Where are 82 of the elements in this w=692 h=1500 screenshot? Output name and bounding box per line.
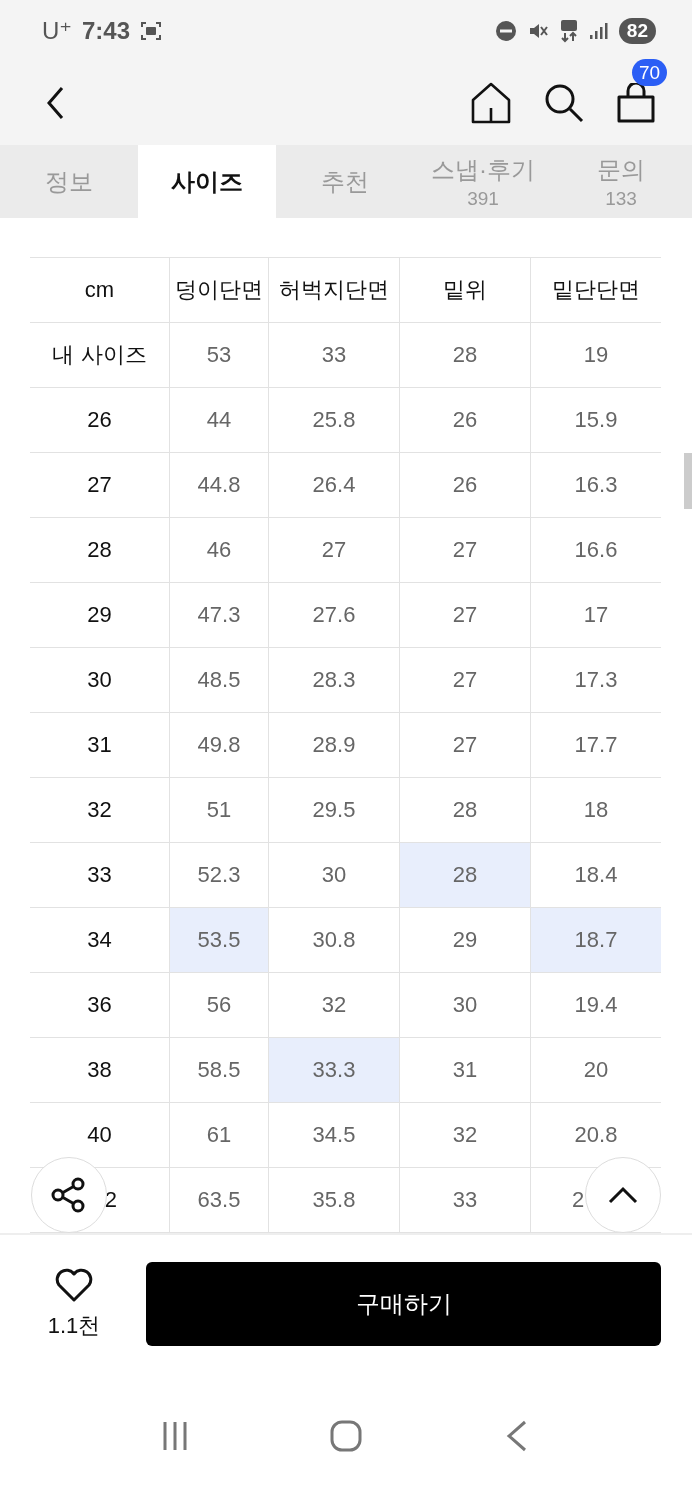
table-cell: 44 <box>169 387 269 453</box>
table-cell: 29 <box>30 582 170 648</box>
table-cell: 38 <box>30 1037 170 1103</box>
table-cell: 28 <box>399 777 531 843</box>
table-cell: 34.5 <box>268 1102 400 1168</box>
table-cell: 29 <box>399 907 531 973</box>
table-cell: 32 <box>30 777 170 843</box>
column-header: 밑단단면 <box>530 257 661 323</box>
table-cell: 33 <box>30 842 170 908</box>
tab[interactable]: 사이즈 <box>138 145 276 219</box>
table-cell: 18.7 <box>530 907 661 973</box>
screenshot-icon <box>140 19 163 42</box>
table-cell: 35.8 <box>268 1167 400 1233</box>
do-not-disturb-icon <box>494 19 517 42</box>
column-header: 밑위 <box>399 257 531 323</box>
search-icon[interactable] <box>544 83 584 124</box>
table-cell: 27 <box>268 517 400 583</box>
table-cell: 26.4 <box>268 452 400 518</box>
chevron-up-icon <box>608 1186 638 1205</box>
network-icon <box>558 18 579 43</box>
tab[interactable]: 정보 <box>0 145 138 219</box>
table-cell: 29.5 <box>268 777 400 843</box>
table-cell: 31 <box>399 1037 531 1103</box>
table-cell: 28.3 <box>268 647 400 713</box>
table-cell: 33 <box>268 322 400 388</box>
table-cell: 47.3 <box>169 582 269 648</box>
table-cell: 26 <box>399 387 531 453</box>
table-cell: 46 <box>169 517 269 583</box>
clock-time: 7:43 <box>82 16 131 45</box>
table-cell: 32 <box>399 1102 531 1168</box>
table-cell: 44.8 <box>169 452 269 518</box>
buy-button[interactable]: 구매하기 <box>146 1261 661 1346</box>
table-cell: 28.9 <box>268 712 400 778</box>
scrollbar[interactable] <box>684 453 692 510</box>
table-cell: 26 <box>399 452 531 518</box>
table-cell: 내 사이즈 <box>30 322 170 388</box>
table-cell: 27 <box>399 712 531 778</box>
home-button-icon[interactable] <box>330 1420 362 1453</box>
cart-count-badge: 70 <box>632 59 668 87</box>
table-cell: 30.8 <box>268 907 400 973</box>
bag-icon[interactable] <box>616 83 656 124</box>
column-header: 덩이단면 <box>169 257 269 323</box>
table-cell: 34 <box>30 907 170 973</box>
tab[interactable]: 스냅·후기 391 <box>414 145 552 219</box>
heart-icon <box>54 1266 94 1303</box>
column-header: cm <box>30 257 170 323</box>
table-cell: 30 <box>268 842 400 908</box>
table-cell: 28 <box>399 842 531 908</box>
table-cell: 28 <box>30 517 170 583</box>
table-cell: 58.5 <box>169 1037 269 1103</box>
table-cell: 32 <box>268 972 400 1038</box>
column-header: 허벅지단면 <box>268 257 400 323</box>
table-cell: 27 <box>30 452 170 518</box>
table-cell: 36 <box>30 972 170 1038</box>
table-cell: 27 <box>399 582 531 648</box>
table-cell: 56 <box>169 972 269 1038</box>
table-cell: 27.6 <box>268 582 400 648</box>
table-cell: 49.8 <box>169 712 269 778</box>
table-cell: 30 <box>30 647 170 713</box>
table-cell: 51 <box>169 777 269 843</box>
table-cell: 53.5 <box>169 907 269 973</box>
table-cell: 27 <box>399 647 531 713</box>
table-cell: 33 <box>399 1167 531 1233</box>
tab[interactable]: 추천 <box>276 145 414 219</box>
table-cell: 26 <box>30 387 170 453</box>
table-cell: 48.5 <box>169 647 269 713</box>
table-cell: 28 <box>399 322 531 388</box>
table-cell: 61 <box>169 1102 269 1168</box>
table-cell: 52.3 <box>169 842 269 908</box>
table-cell: 53 <box>169 322 269 388</box>
table-cell: 27 <box>399 517 531 583</box>
table-cell: 63.5 <box>169 1167 269 1233</box>
signal-icon <box>588 20 609 41</box>
like-button[interactable]: 1.1천 <box>30 1266 118 1341</box>
tab[interactable]: 문의 133 <box>552 145 690 219</box>
table-cell: 25.8 <box>268 387 400 453</box>
table-cell: 31 <box>30 712 170 778</box>
table-cell: 33.3 <box>268 1037 400 1103</box>
carrier-label: U⁺ <box>42 16 72 45</box>
home-icon[interactable] <box>470 82 512 125</box>
table-cell: 30 <box>399 972 531 1038</box>
battery-level: 82 <box>618 17 656 44</box>
